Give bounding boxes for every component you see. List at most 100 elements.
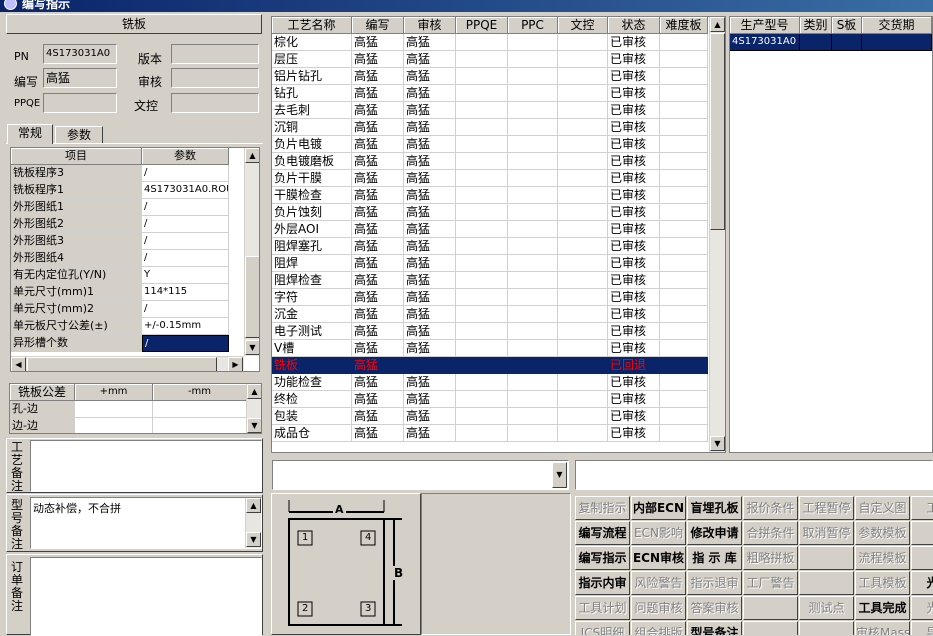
action-button[interactable] bbox=[743, 596, 798, 620]
action-button[interactable]: 光绘 bbox=[911, 571, 933, 595]
action-button[interactable]: 审核Mass bbox=[855, 621, 910, 635]
review-field[interactable] bbox=[171, 68, 259, 88]
action-button[interactable]: 修改申请 bbox=[687, 521, 742, 545]
action-button[interactable]: 风险警告 bbox=[631, 571, 686, 595]
tab-parameters[interactable]: 参数 bbox=[55, 126, 103, 144]
tol-cell[interactable] bbox=[153, 418, 247, 433]
action-button[interactable]: ICS明细 bbox=[575, 621, 630, 635]
process-note-field[interactable] bbox=[30, 440, 262, 492]
version-field[interactable] bbox=[171, 44, 259, 64]
process-grid[interactable]: 工艺名称 编写 审核 PPQE PPC 文控 状态 难度板 棕化 高猛 高猛 已审核 层压 高猛 高猛 已审… bbox=[271, 16, 726, 453]
action-button[interactable]: 工具模板 bbox=[855, 571, 910, 595]
process-scroll-thumb[interactable] bbox=[710, 33, 725, 230]
table-row[interactable]: 外层AOI 高猛 高猛 已审核 bbox=[272, 221, 708, 238]
process-column-header[interactable]: PPQE bbox=[456, 17, 508, 34]
param-value[interactable]: / bbox=[142, 301, 229, 318]
param-hscroll-thumb[interactable] bbox=[27, 357, 217, 371]
table-row[interactable]: 阻焊塞孔 高猛 高猛 已审核 bbox=[272, 238, 708, 255]
table-row[interactable]: 负片蚀刻 高猛 高猛 已审核 bbox=[272, 204, 708, 221]
table-row[interactable]: 功能检查 高猛 高猛 已审核 bbox=[272, 374, 708, 391]
table-row[interactable]: 电子测试 高猛 高猛 已审核 bbox=[272, 323, 708, 340]
action-button[interactable] bbox=[799, 621, 854, 635]
process-vscroll[interactable]: ▲ ▼ bbox=[709, 17, 725, 452]
table-row[interactable]: 沉金 高猛 高猛 已审核 bbox=[272, 306, 708, 323]
table-row[interactable]: 阻焊检查 高猛 高猛 已审核 bbox=[272, 272, 708, 289]
action-button[interactable]: 组合排版 bbox=[631, 621, 686, 635]
table-row[interactable]: 铝片钻孔 高猛 高猛 已审核 bbox=[272, 68, 708, 85]
table-row[interactable]: V槽 高猛 高猛 已审核 bbox=[272, 340, 708, 357]
action-button[interactable]: 问题审核 bbox=[631, 596, 686, 620]
tol-cell[interactable] bbox=[75, 418, 153, 433]
table-row[interactable]: 字符 高猛 高猛 已审核 bbox=[272, 289, 708, 306]
action-button[interactable]: 粗略拼板 bbox=[743, 546, 798, 570]
pn-field[interactable]: 4S173031A0 bbox=[43, 44, 117, 64]
process-column-header[interactable]: 文控 bbox=[558, 17, 608, 34]
chevron-down-icon[interactable]: ▼ bbox=[552, 462, 567, 488]
tol-header-minus[interactable]: -mm bbox=[153, 384, 247, 401]
param-header-value[interactable]: 参数 bbox=[142, 148, 229, 165]
scroll-down-icon[interactable]: ▼ bbox=[710, 436, 725, 451]
param-value[interactable]: 4S173031A0.ROU bbox=[142, 182, 229, 199]
doc-control-field[interactable] bbox=[171, 93, 259, 113]
order-column-header[interactable]: 生产型号 bbox=[730, 17, 800, 34]
action-button[interactable]: 工具完成 bbox=[855, 596, 910, 620]
table-row[interactable]: 阻焊 高猛 高猛 已审核 bbox=[272, 255, 708, 272]
table-row[interactable]: 负电镀磨板 高猛 高猛 已审核 bbox=[272, 153, 708, 170]
process-column-header[interactable]: 难度板 bbox=[660, 17, 708, 34]
table-row[interactable]: 4S173031A0 bbox=[730, 34, 932, 51]
action-button[interactable]: 工厂警告 bbox=[743, 571, 798, 595]
scroll-up-icon[interactable]: ▲ bbox=[246, 498, 261, 513]
action-button[interactable]: 指示内审 bbox=[575, 571, 630, 595]
table-row[interactable]: 沉铜 高猛 高猛 已审核 bbox=[272, 119, 708, 136]
table-row[interactable]: 棕化 高猛 高猛 已审核 bbox=[272, 34, 708, 51]
param-value[interactable]: / bbox=[142, 233, 229, 250]
scroll-down-icon[interactable]: ▼ bbox=[246, 532, 261, 547]
action-button[interactable]: 工程暂停 bbox=[799, 496, 854, 520]
param-value[interactable]: +/-0.15mm bbox=[142, 318, 229, 335]
action-button[interactable] bbox=[743, 621, 798, 635]
order-note-field[interactable] bbox=[30, 557, 262, 636]
action-button[interactable]: 答案审核 bbox=[687, 596, 742, 620]
model-note-field[interactable]: 动态补偿，不合拼 ▲ ▼ bbox=[30, 497, 262, 549]
process-combo[interactable]: ▼ bbox=[272, 460, 569, 490]
action-button[interactable]: 光绘 bbox=[911, 596, 933, 620]
action-button[interactable]: 导出 bbox=[911, 621, 933, 635]
order-column-header[interactable]: 交货期 bbox=[862, 17, 932, 34]
process-column-header[interactable]: 状态 bbox=[608, 17, 660, 34]
param-value[interactable]: / bbox=[142, 199, 229, 216]
action-button[interactable] bbox=[911, 521, 933, 545]
tol-header-name[interactable]: 铣板公差 bbox=[10, 384, 75, 401]
process-column-header[interactable]: 审核 bbox=[404, 17, 456, 34]
table-row[interactable]: 成品仓 高猛 高猛 已审核 bbox=[272, 425, 708, 442]
scroll-up-icon[interactable]: ▲ bbox=[247, 384, 261, 399]
tol-cell[interactable] bbox=[75, 401, 153, 418]
table-row[interactable]: 干膜检查 高猛 高猛 已审核 bbox=[272, 187, 708, 204]
order-grid[interactable]: 生产型号 类别 S板 交货期 4S173031A0 bbox=[729, 16, 933, 453]
action-button[interactable]: 取消暂停 bbox=[799, 521, 854, 545]
tab-general[interactable]: 常规 bbox=[7, 124, 53, 144]
param-hscroll[interactable]: ◀ ▶ bbox=[11, 356, 244, 371]
ppqe-field[interactable] bbox=[43, 93, 117, 113]
writer-field[interactable]: 高猛 bbox=[43, 68, 117, 88]
param-header-item[interactable]: 项目 bbox=[11, 148, 142, 165]
table-row[interactable]: 铣板 高猛 已回退 bbox=[272, 357, 708, 374]
action-button[interactable]: 盲埋孔板 bbox=[687, 496, 742, 520]
param-value[interactable]: 114*115 bbox=[142, 284, 229, 301]
scroll-left-icon[interactable]: ◀ bbox=[11, 357, 26, 371]
param-value[interactable]: Y bbox=[142, 267, 229, 284]
action-button[interactable]: 内部ECN bbox=[631, 496, 686, 520]
scroll-down-icon[interactable]: ▼ bbox=[245, 340, 259, 355]
action-button[interactable]: ECN审核 bbox=[631, 546, 686, 570]
action-button[interactable] bbox=[799, 546, 854, 570]
parameter-grid[interactable]: 项目 参数 铣板程序3/铣板程序1 4S173031A0.ROU 外形图纸1/外形图… bbox=[10, 147, 260, 372]
tolerance-grid[interactable]: 铣板公差 +mm -mm 孔-边 边-边 ▲ ▼ bbox=[9, 383, 262, 434]
param-value[interactable]: / bbox=[142, 250, 229, 267]
table-row[interactable]: 终检 高猛 高猛 已审核 bbox=[272, 391, 708, 408]
action-button[interactable]: ECN影响 bbox=[631, 521, 686, 545]
param-vscroll[interactable]: ▲ ▼ bbox=[244, 148, 259, 356]
table-row[interactable]: 包装 高猛 高猛 已审核 bbox=[272, 408, 708, 425]
action-button[interactable]: 工具计划 bbox=[575, 596, 630, 620]
process-column-header[interactable]: 编写 bbox=[352, 17, 404, 34]
action-button[interactable]: 复制指示 bbox=[575, 496, 630, 520]
table-row[interactable]: 负片干膜 高猛 高猛 已审核 bbox=[272, 170, 708, 187]
